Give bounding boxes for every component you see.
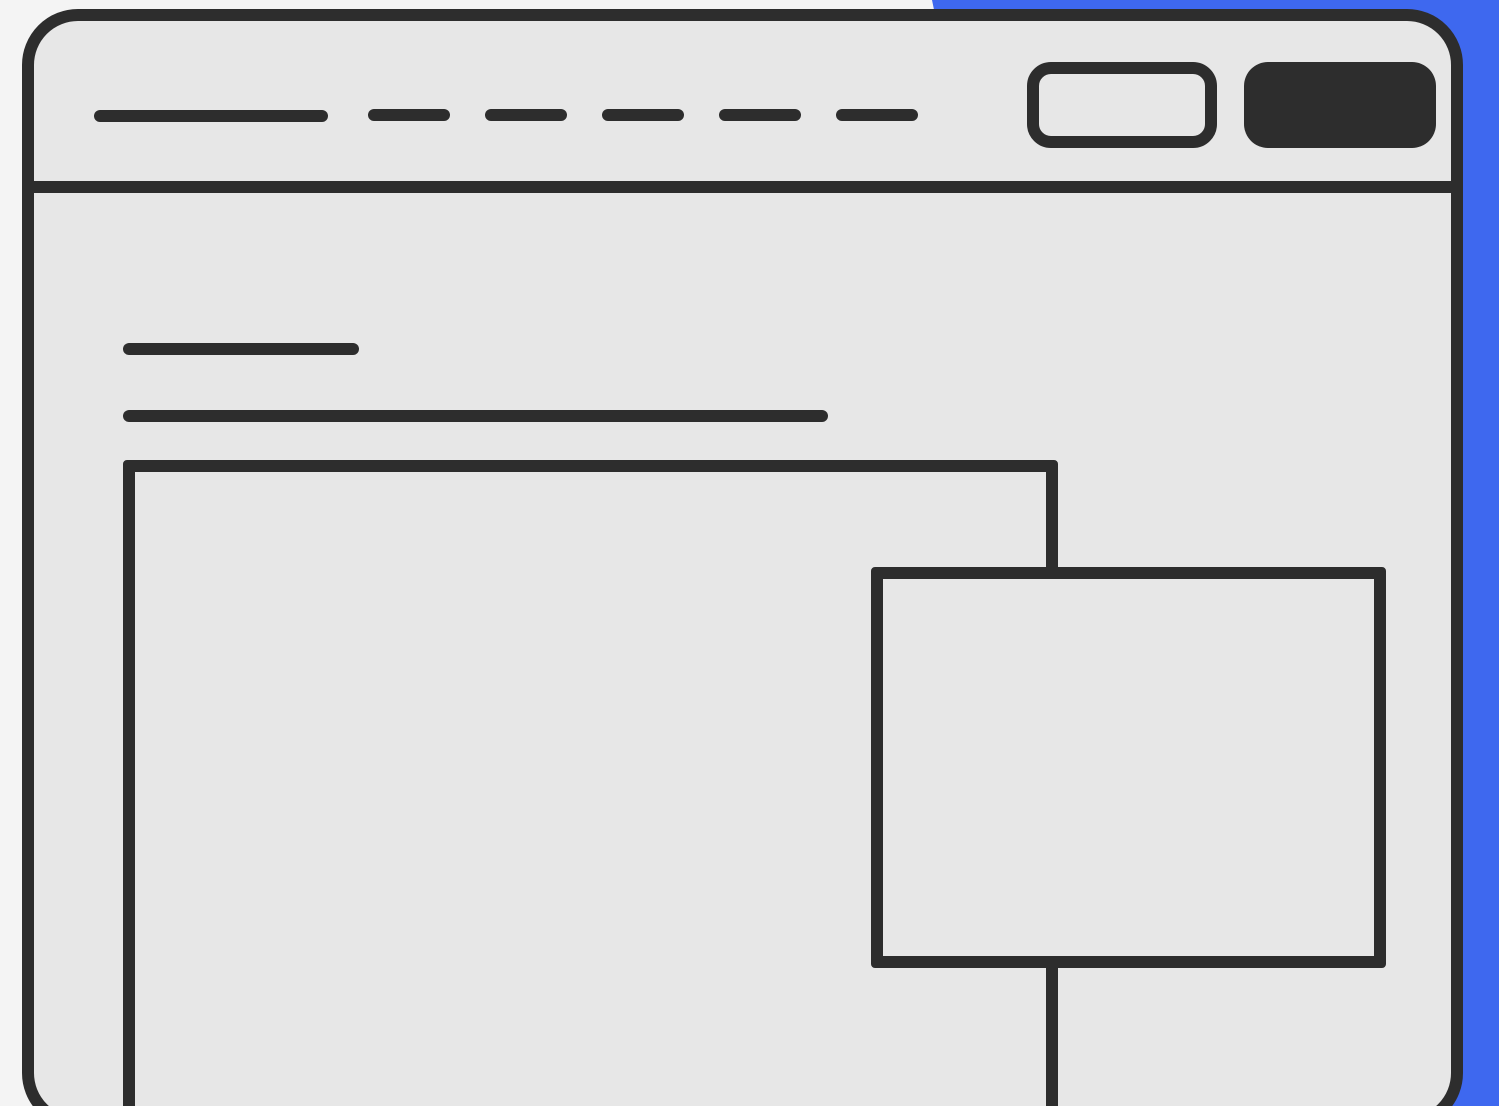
secondary-button[interactable] [1027,62,1217,148]
browser-window: logo-line heading-line subtitle-line [22,9,1463,1106]
nav-link-placeholder-2[interactable] [485,109,567,121]
nav-link-placeholder-3[interactable] [602,109,684,121]
primary-button[interactable] [1244,62,1436,148]
small-media-frame [871,567,1386,968]
top-header [34,21,1451,181]
nav-link-placeholder-1[interactable] [368,109,450,121]
nav-link-placeholder-5[interactable] [836,109,918,121]
page-subtitle-placeholder [123,410,828,422]
nav-link-placeholder-4[interactable] [719,109,801,121]
brand-logo-placeholder[interactable] [94,110,328,122]
header-divider [34,181,1451,193]
page-heading-placeholder [123,343,359,355]
wireframe-page: logo-line heading-line subtitle-line [0,0,1499,1106]
